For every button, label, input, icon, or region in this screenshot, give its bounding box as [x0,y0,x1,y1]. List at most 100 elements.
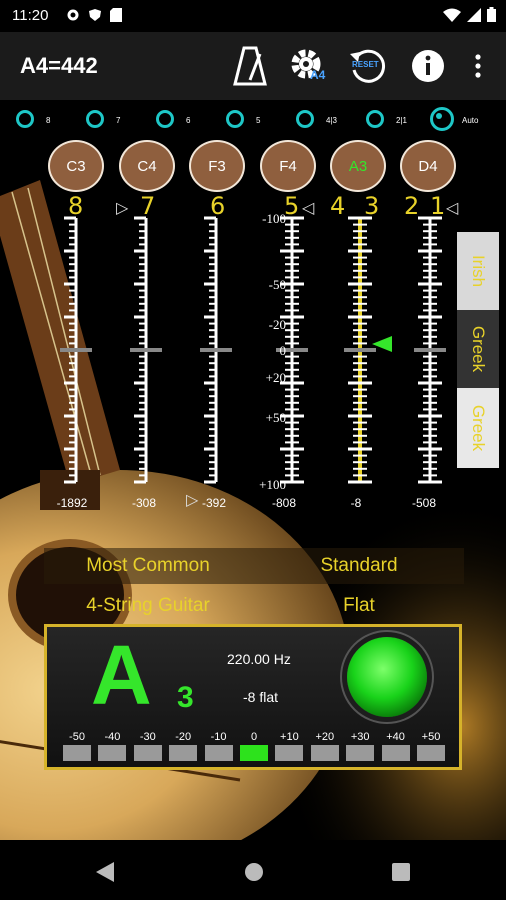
frequency-readout: 220.00 Hz [227,651,291,667]
tab-greek-1[interactable]: Greek [457,310,499,388]
scale-label-minus-50: -50 [268,277,286,292]
meter-label: +20 [315,731,335,743]
meter-cell [169,745,198,761]
radio-label-5: 5 [256,116,261,125]
radio-string-4-3[interactable] [296,110,314,128]
meter-cell [275,745,304,761]
tuning-category-option[interactable]: Most Common [44,548,252,584]
sd-card-icon [110,8,122,22]
reset-button[interactable]: RESET [346,44,390,88]
tab-greek-1-label: Greek [469,325,488,373]
meter-cell [63,745,91,761]
meter-label: -10 [210,731,227,743]
notification-icons [66,8,122,22]
battery-icon [487,7,496,22]
cents-label-1: -1892 [56,496,88,510]
cents-label-2: -308 [131,496,157,510]
note-button-f4[interactable]: F4 [260,140,316,192]
info-button[interactable] [406,44,450,88]
tuning-flat-option[interactable]: Flat [254,588,464,624]
radio-auto[interactable] [430,107,454,131]
radio-string-5[interactable] [226,110,244,128]
meter-label: +10 [280,731,299,743]
signal-icon [467,7,481,22]
radio-label-8: 8 [46,116,51,125]
radio-label-4-3: 4|3 [326,116,337,125]
back-button[interactable] [96,862,114,882]
detected-note: A [91,628,152,722]
cents-label-3: -392 [201,496,227,510]
pitch-indicator-icon [372,336,392,352]
meter-cell [417,745,445,761]
meter-cell [133,745,162,761]
meter-cell [98,745,127,761]
tab-irish-label: Irish [469,254,488,288]
note-button-c3[interactable]: C3 [48,140,104,192]
string-selector: 8 7 6 5 4|3 2|1 Auto [0,104,506,138]
scale-label-plus-20: +20 [265,370,286,385]
radio-label-6: 6 [186,116,191,125]
meter-label: -30 [139,731,156,743]
meter-cell [204,745,233,761]
meter-label: -40 [104,731,121,743]
cents-label-6: -508 [411,496,437,510]
settings-notification-icon [67,9,79,21]
cents-label-5: -8 [350,496,362,510]
meter-label: 0 [250,731,258,743]
meter-label: +30 [350,731,370,743]
cents-marker-icon: ▷ [186,492,199,509]
meter-cell [381,745,410,761]
meter-label: -50 [69,731,85,743]
tuning-instrument-option[interactable]: 4-String Guitar [44,588,252,624]
scale-label-plus-100: +100 [259,477,286,492]
a4-badge: A4 [310,68,326,82]
info-icon [412,50,444,82]
note-button-a3[interactable]: A3 [330,140,386,192]
scale-label-plus-50: +50 [265,410,286,425]
scale-label-minus-20: -20 [268,317,286,332]
navigation-bar [0,842,506,900]
detected-octave: 3 [177,681,194,714]
more-vert-icon [475,54,481,78]
radio-string-7[interactable] [86,110,104,128]
wifi-icon [443,8,461,22]
tab-irish[interactable]: Irish [457,232,499,310]
reset-label: RESET [352,60,379,69]
note-button-f3[interactable]: F3 [189,140,245,192]
home-button[interactable] [244,862,264,882]
note-button-d4[interactable]: D4 [400,140,456,192]
tuner-readout-panel: A 3 220.00 Hz -8 flat -50 -40 -30 -20 -10 0 +1… [44,624,462,770]
status-bar: 11:20 [0,0,506,32]
meter-cell [346,745,375,761]
cents-label-4: -808 [271,496,297,510]
radio-string-6[interactable] [156,110,174,128]
radio-label-7: 7 [116,116,121,125]
metronome-icon [233,46,267,86]
radio-label-2-1: 2|1 [396,116,407,125]
status-time: 11:20 [12,7,49,24]
scale-label-zero: 0 [279,343,287,358]
radio-label-auto: Auto [462,116,479,125]
meter-label: +50 [421,731,441,743]
note-button-c4[interactable]: C4 [119,140,175,192]
tab-greek-2[interactable]: Greek [457,388,499,468]
page-title[interactable]: A4=442 [20,53,98,79]
metronome-button[interactable] [228,44,272,88]
meter-cell [240,745,268,761]
meter-label: +40 [386,731,405,743]
tuning-standard-option[interactable]: Standard [254,548,464,584]
radio-string-8[interactable] [16,110,34,128]
in-tune-indicator [347,637,427,717]
radio-string-2-1[interactable] [366,110,384,128]
reference-pitch-button[interactable]: A4 [286,44,330,88]
overflow-menu-button[interactable] [458,44,498,88]
meter-cell [310,745,339,761]
recents-button[interactable] [392,863,410,881]
deviation-readout: -8 flat [243,689,279,705]
scale-label-minus-100: -100 [262,211,286,226]
app-bar: A4=442 A4 RESET [0,32,506,100]
meter-label: -20 [175,731,192,743]
shield-icon [89,9,101,21]
system-icons [443,7,496,22]
tab-greek-2-label: Greek [469,404,488,452]
